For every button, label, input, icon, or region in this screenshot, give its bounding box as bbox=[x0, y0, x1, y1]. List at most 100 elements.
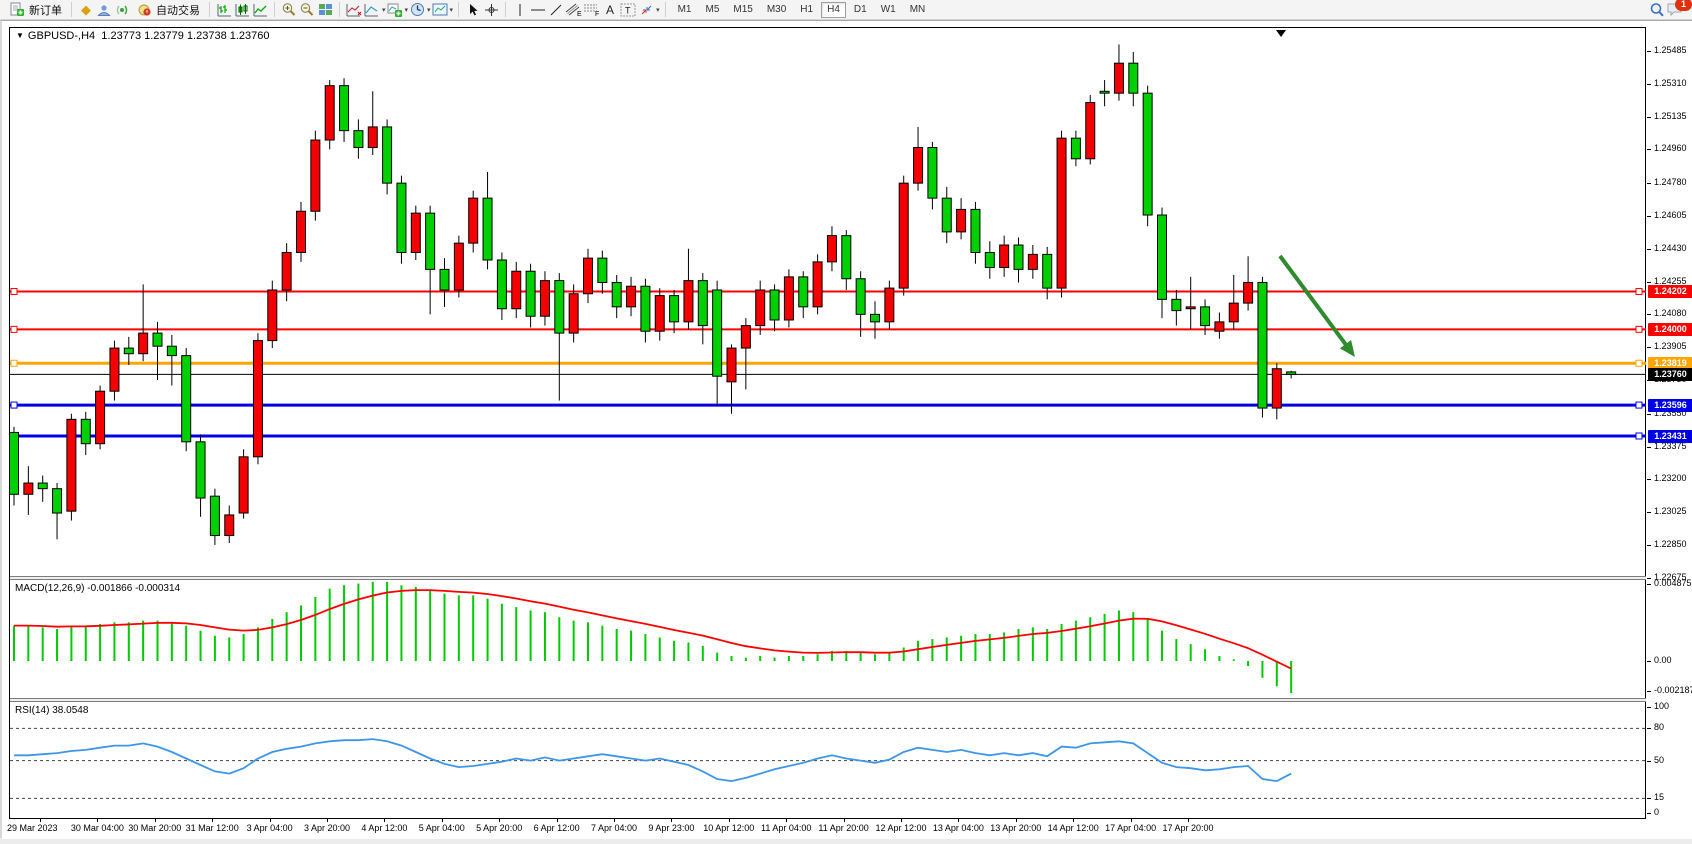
candle-body bbox=[253, 341, 262, 457]
candle-body bbox=[698, 281, 707, 326]
macd-histogram-bar bbox=[113, 622, 115, 661]
candle-body bbox=[1043, 254, 1052, 288]
candle-body bbox=[512, 271, 521, 308]
bar-chart-icon[interactable] bbox=[215, 2, 233, 18]
price-axis-label: 1.25135 bbox=[1654, 111, 1687, 121]
candle-body bbox=[612, 282, 621, 306]
macd-histogram-bar bbox=[587, 622, 589, 661]
auto-trading-label: 自动交易 bbox=[156, 2, 200, 18]
periods-icon[interactable] bbox=[408, 2, 426, 18]
fibonacci-icon[interactable]: F bbox=[583, 2, 601, 18]
cursor-icon[interactable] bbox=[464, 2, 482, 18]
candle-body bbox=[110, 348, 119, 391]
time-axis-label: 11 Apr 04:00 bbox=[761, 823, 811, 833]
candle-body bbox=[856, 279, 865, 315]
time-axis-tick bbox=[155, 819, 156, 822]
macd-histogram-bar bbox=[243, 634, 245, 661]
axis-tick bbox=[1647, 512, 1651, 513]
timeframe-button-mn[interactable]: MN bbox=[904, 2, 932, 18]
candlestick-chart-icon[interactable] bbox=[233, 2, 251, 18]
timeframe-button-d1[interactable]: D1 bbox=[848, 2, 873, 18]
price-badge: 1.24000 bbox=[1648, 323, 1692, 336]
time-axis-tick bbox=[442, 819, 443, 822]
crosshair-icon[interactable] bbox=[482, 2, 500, 18]
macd-histogram-bar bbox=[1018, 629, 1020, 661]
indicator-add-icon[interactable] bbox=[345, 2, 363, 18]
timeframe-button-m1[interactable]: M1 bbox=[672, 2, 698, 18]
price-chart-pane[interactable] bbox=[10, 28, 1646, 576]
tile-windows-icon[interactable] bbox=[316, 2, 334, 18]
timeframe-button-w1[interactable]: W1 bbox=[875, 2, 902, 18]
time-axis-label: 9 Apr 23:00 bbox=[648, 823, 694, 833]
timeframe-button-m15[interactable]: M15 bbox=[727, 2, 758, 18]
time-axis[interactable]: 29 Mar 202330 Mar 04:0030 Mar 20:0031 Ma… bbox=[2, 819, 1692, 839]
axis-tick bbox=[1647, 813, 1651, 814]
templates-icon[interactable] bbox=[431, 2, 449, 18]
new-order-button[interactable]: 新订单 bbox=[4, 1, 66, 19]
timeframe-button-h4[interactable]: H4 bbox=[821, 2, 846, 18]
indicator-list-icon[interactable] bbox=[363, 2, 381, 18]
mt4-application: 新订单 ◆ 自动交易 bbox=[0, 0, 1692, 844]
vertical-line-icon[interactable] bbox=[511, 2, 529, 18]
candle-body bbox=[1028, 254, 1037, 269]
time-axis-tick bbox=[958, 819, 959, 822]
auto-trading-button[interactable]: 自动交易 bbox=[131, 1, 204, 19]
candle-body bbox=[440, 269, 449, 290]
price-axis[interactable]: 1.254851.253101.251351.249601.247801.246… bbox=[1647, 21, 1692, 839]
text-icon[interactable]: A bbox=[601, 2, 619, 18]
signals-icon[interactable] bbox=[113, 2, 131, 18]
timeframe-button-m30[interactable]: M30 bbox=[761, 2, 792, 18]
zoom-out-icon[interactable] bbox=[298, 2, 316, 18]
notifications-button[interactable]: 1 bbox=[1666, 1, 1688, 19]
axis-tick bbox=[1647, 149, 1651, 150]
text-label-icon[interactable]: T bbox=[619, 2, 637, 18]
price-badge: 1.23596 bbox=[1648, 399, 1692, 412]
candle-body bbox=[799, 277, 808, 307]
new-order-label: 新订单 bbox=[29, 2, 62, 18]
templates-dropdown-arrow[interactable]: ▾ bbox=[450, 6, 454, 14]
time-axis-label: 17 Apr 04:00 bbox=[1105, 823, 1156, 833]
candle-body bbox=[655, 296, 664, 332]
trendline-icon[interactable] bbox=[547, 2, 565, 18]
chart-title-collapse-icon[interactable]: ▼ bbox=[16, 31, 24, 40]
candle-body bbox=[540, 281, 549, 317]
rsi-pane[interactable] bbox=[10, 702, 1646, 818]
rsi-axis-label: 15 bbox=[1654, 792, 1664, 802]
price-axis-label: 1.24960 bbox=[1654, 143, 1687, 153]
zoom-in-icon[interactable] bbox=[280, 2, 298, 18]
time-axis-tick bbox=[97, 819, 98, 822]
new-order-icon bbox=[8, 2, 26, 18]
timeframe-button-h1[interactable]: H1 bbox=[794, 2, 819, 18]
macd-histogram-bar bbox=[1261, 661, 1263, 678]
time-axis-label: 7 Apr 04:00 bbox=[591, 823, 637, 833]
macd-histogram-bar bbox=[200, 631, 202, 661]
macd-pane[interactable] bbox=[10, 580, 1646, 698]
line-chart-icon[interactable] bbox=[251, 2, 269, 18]
candle-body bbox=[1272, 369, 1281, 408]
macd-histogram-bar bbox=[1233, 659, 1235, 661]
macd-histogram-bar bbox=[1075, 621, 1077, 661]
new-chart-icon[interactable] bbox=[386, 2, 404, 18]
search-icon[interactable] bbox=[1648, 2, 1666, 18]
chart-symbol: GBPUSD-,H4 bbox=[28, 30, 95, 42]
equidistant-channel-icon[interactable]: E bbox=[565, 2, 583, 18]
macd-histogram-bar bbox=[1204, 649, 1206, 661]
horizontal-line-icon[interactable] bbox=[529, 2, 547, 18]
candle-body bbox=[713, 290, 722, 376]
community-icon[interactable] bbox=[95, 2, 113, 18]
axis-tick bbox=[1647, 447, 1651, 448]
candle-body bbox=[1057, 138, 1066, 288]
metaeditor-icon[interactable]: ◆ bbox=[77, 2, 95, 18]
arrows-tool-icon[interactable] bbox=[637, 2, 655, 18]
line-endpoint-marker bbox=[1636, 402, 1642, 408]
time-axis-tick bbox=[270, 819, 271, 822]
candle-body bbox=[670, 296, 679, 322]
timeframe-button-m5[interactable]: M5 bbox=[699, 2, 725, 18]
price-axis-label: 1.25310 bbox=[1654, 78, 1687, 88]
candle-body bbox=[325, 86, 334, 140]
macd-histogram-bar bbox=[544, 612, 546, 661]
macd-histogram-bar bbox=[1175, 639, 1177, 661]
arrows-dropdown-arrow[interactable]: ▾ bbox=[656, 6, 660, 14]
time-axis-label: 13 Apr 04:00 bbox=[933, 823, 984, 833]
rsi-axis-label: 0 bbox=[1654, 807, 1659, 817]
